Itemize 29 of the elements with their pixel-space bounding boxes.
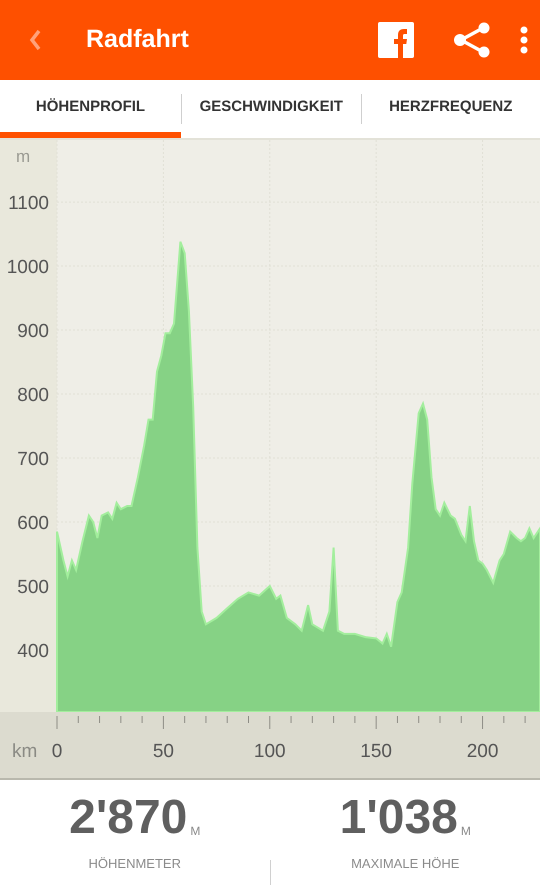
y-tick-label: 1100	[8, 193, 49, 214]
y-tick-label: 500	[17, 576, 49, 598]
stat-value: 2'870	[69, 794, 188, 842]
stat-unit: M	[460, 823, 471, 840]
more-icon	[520, 26, 528, 54]
stat-unit: M	[190, 823, 200, 840]
y-axis-unit: m	[16, 147, 30, 166]
y-tick-label: 1000	[6, 257, 49, 278]
x-tick-label: 0	[52, 741, 62, 762]
tab[interactable]: HERZFREQUENZ	[362, 80, 540, 138]
y-tick-label: 800	[17, 385, 49, 406]
screen-title: Radfahrt	[86, 24, 190, 56]
x-tick-label: 200	[466, 741, 498, 762]
back-icon	[29, 29, 41, 51]
x-tick-label: 150	[360, 741, 392, 762]
y-tick-label: 900	[17, 321, 49, 342]
share-icon	[453, 22, 491, 58]
y-tick-label: 400	[17, 640, 49, 662]
x-tick-label: 100	[254, 741, 286, 762]
tab[interactable]: GESCHWINDIGKEIT	[182, 80, 360, 138]
y-tick-label: 600	[17, 512, 49, 534]
facebook-icon[interactable]	[378, 22, 414, 58]
stat-label: MAXIMALE HÖHE	[351, 855, 460, 873]
share-button[interactable]	[452, 20, 492, 60]
stat-label: HÖHENMETER	[88, 855, 181, 873]
x-tick-label: 50	[152, 741, 174, 762]
x-axis-unit: km	[12, 741, 38, 762]
stat-value: 1'038	[340, 794, 458, 842]
y-tick-label: 700	[17, 449, 49, 470]
